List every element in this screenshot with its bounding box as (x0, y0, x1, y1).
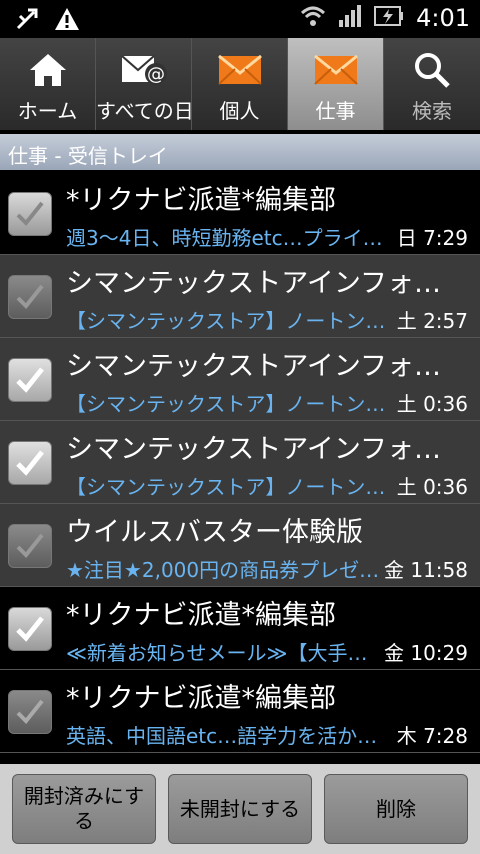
battery-charging-icon (374, 5, 404, 31)
delete-button[interactable]: 削除 (324, 774, 468, 844)
search-icon (384, 50, 480, 90)
message-time: 土 0:36 (396, 392, 468, 416)
message-sender: *リクナビ派遣*編集部 (66, 683, 336, 714)
tab-label: 仕事 (315, 99, 356, 123)
message-time: 日 7:29 (396, 226, 468, 250)
tab-label: すべての日 (96, 99, 191, 123)
tab-search[interactable]: 検索 (384, 38, 480, 130)
message-list[interactable]: *リクナビ派遣*編集部 週3～4日、時短勤務etc…プライ… 日 7:29 シマ… (0, 172, 480, 764)
clock: 4:01 (416, 4, 470, 32)
tab-bar: ホーム @ すべての日 個人 仕事 検索 (0, 38, 480, 130)
tab-all-mail[interactable]: @ すべての日 (96, 38, 192, 130)
folder-title: 仕事 - 受信トレイ (8, 144, 168, 168)
message-time: 土 0:36 (396, 475, 468, 499)
message-time: 金 11:58 (384, 558, 468, 582)
message-snippet: 【シマンテックストア】ノートン… (66, 475, 386, 499)
tab-personal[interactable]: 個人 (192, 38, 288, 130)
tab-label: 個人 (219, 99, 260, 123)
message-snippet: 英語、中国語etc…語学力を活かせ… (66, 724, 396, 748)
message-row[interactable]: *リクナビ派遣*編集部 週3～4日、時短勤務etc…プライ… 日 7:29 (0, 172, 480, 255)
message-row[interactable]: ウイルスバスター体験版 ★注目★2,000円の商品券プレゼ… 金 11:58 (0, 504, 480, 587)
message-checkbox[interactable] (8, 524, 52, 568)
tab-home[interactable]: ホーム (0, 38, 96, 130)
message-time: 金 10:29 (384, 641, 468, 665)
message-row[interactable]: シマンテックストアインフォ… 【シマンテックストア】ノートン… 土 0:36 (0, 338, 480, 421)
message-checkbox[interactable] (8, 690, 52, 734)
mark-unread-button[interactable]: 未開封にする (168, 774, 312, 844)
message-row[interactable]: シマンテックストアインフォ… 【シマンテックストア】ノートン… 土 2:57 (0, 255, 480, 338)
message-snippet: ≪新着お知らせメール≫【大手… (66, 641, 368, 665)
status-bar: 4:01 (0, 0, 480, 38)
warning-icon (54, 6, 80, 36)
action-bar: 開封済みにする 未開封にする 削除 (0, 764, 480, 854)
folder-header: 仕事 - 受信トレイ (0, 134, 480, 170)
message-checkbox[interactable] (8, 192, 52, 236)
message-sender: シマンテックストアインフォ… (66, 434, 442, 465)
home-icon (0, 50, 95, 90)
message-snippet: 【シマンテックストア】ノートン… (66, 392, 386, 416)
message-row[interactable]: シマンテックストアインフォ… 【シマンテックストア】ノートン… 土 0:36 (0, 421, 480, 504)
message-checkbox[interactable] (8, 607, 52, 651)
message-sender: シマンテックストアインフォ… (66, 351, 442, 382)
message-sender: *リクナビ派遣*編集部 (66, 185, 336, 216)
message-snippet: 週3～4日、時短勤務etc…プライ… (66, 226, 383, 250)
message-time: 木 7:28 (396, 724, 468, 748)
tab-work[interactable]: 仕事 (288, 38, 384, 130)
message-checkbox[interactable] (8, 358, 52, 402)
usb-debug-icon (14, 6, 40, 36)
mail-icon (288, 50, 383, 90)
message-row[interactable]: *リクナビ派遣*編集部 ≪新着お知らせメール≫【大手… 金 10:29 (0, 587, 480, 670)
wifi-icon (300, 4, 326, 32)
message-checkbox[interactable] (8, 441, 52, 485)
message-sender: *リクナビ派遣*編集部 (66, 600, 336, 631)
all-mail-icon: @ (96, 50, 191, 90)
message-snippet: ★注目★2,000円の商品券プレゼ… (66, 558, 380, 582)
svg-text:@: @ (147, 64, 165, 85)
message-time: 土 2:57 (396, 309, 468, 333)
message-snippet: 【シマンテックストア】ノートン… (66, 309, 386, 333)
tab-label: 検索 (412, 99, 452, 123)
message-checkbox[interactable] (8, 275, 52, 319)
signal-icon (338, 4, 362, 32)
message-sender: シマンテックストアインフォ… (66, 268, 442, 299)
tab-label: ホーム (17, 99, 78, 123)
message-row[interactable]: *リクナビ派遣*編集部 英語、中国語etc…語学力を活かせ… 木 7:28 (0, 670, 480, 753)
message-sender: ウイルスバスター体験版 (66, 517, 363, 548)
mark-read-button[interactable]: 開封済みにする (12, 774, 156, 844)
mail-icon (192, 50, 287, 90)
